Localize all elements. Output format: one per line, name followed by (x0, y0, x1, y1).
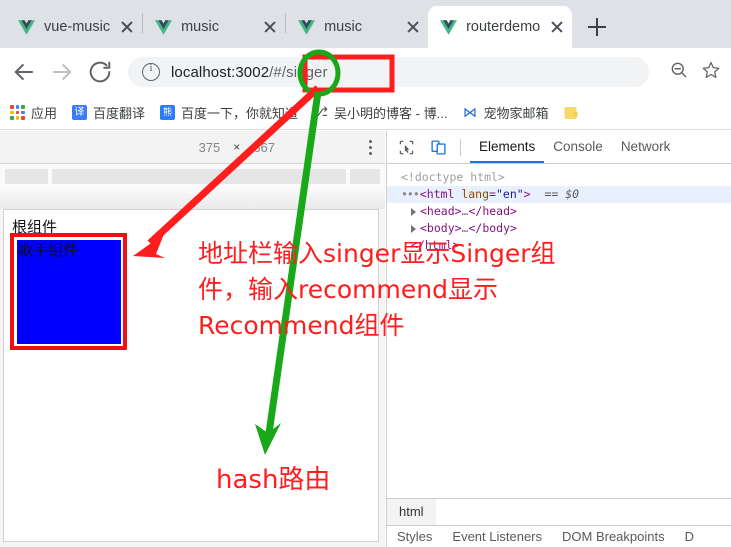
browser-window: vue-music music music routerdemo i local… (0, 0, 731, 547)
bookmark-label: 百度一下，你就知道 (181, 106, 299, 121)
browser-tab-music-2[interactable]: music (286, 6, 428, 48)
dom-row-content: <html lang="en"> == $0 (419, 187, 580, 201)
mock-toolbar-box (350, 168, 380, 184)
bookmark-baidu[interactable]: 熊 百度一下，你就知道 (160, 103, 298, 122)
browser-toolbar: localhost:3002/#/singer (0, 48, 731, 96)
dom-row-doctype[interactable]: <!doctype html> (387, 169, 731, 186)
browser-tab-vue-music[interactable]: vue-music (6, 6, 142, 48)
tab-network[interactable]: Network (612, 131, 680, 163)
close-icon[interactable] (261, 18, 279, 36)
devtools-sidebar-tabs: Styles Event Listeners DOM Breakpoints D (387, 525, 731, 547)
blog-icon: ⎇ (313, 104, 329, 120)
dom-row-body[interactable]: <body>…</body> (387, 220, 731, 237)
tab-elements[interactable]: Elements (470, 131, 545, 163)
tab-styles[interactable]: Styles (387, 529, 442, 544)
bookmark-label: 吴小明的博客 - 博... (334, 106, 448, 121)
emulated-page-chrome (0, 165, 385, 187)
mail-icon: ⋈ (462, 104, 478, 120)
dom-row-content: <head>…</head> (420, 204, 517, 218)
mock-toolbar-box (5, 168, 48, 184)
dom-ellipsis: ••• (401, 187, 420, 201)
folder-icon (564, 106, 578, 119)
singer-component-highlight: 歌手组件 (10, 233, 127, 350)
browser-tab-routerdemo[interactable]: routerdemo (428, 6, 573, 48)
annotation-main-text: 地址栏输入singer显示Singer组 件，输入recommend显示 Rec… (198, 239, 556, 340)
reload-icon[interactable] (86, 58, 114, 86)
device-height[interactable]: 667 (253, 140, 275, 155)
dom-row-html[interactable]: ••• <html lang="en"> == $0 (387, 186, 731, 203)
bookmarks-bar: 应用 译 百度翻译 熊 百度一下，你就知道 ⎇ 吴小明的博客 - 博... ⋈ … (0, 96, 731, 130)
zoom-out-icon[interactable] (669, 60, 689, 85)
url-text: localhost:3002/#/singer (171, 64, 328, 81)
close-icon[interactable] (118, 18, 136, 36)
tab-console[interactable]: Console (544, 131, 612, 163)
bookmark-label: 宠物家邮箱 (483, 106, 549, 121)
tab-more[interactable]: D (675, 529, 704, 544)
device-toolbar: 375 × 667 (0, 131, 385, 164)
tab-title: music (324, 19, 362, 35)
vue-logo-icon (440, 19, 458, 35)
mock-toolbar-box (52, 168, 346, 184)
devtools-toolbar: Elements Console Network (387, 131, 731, 164)
bookmark-label: 百度翻译 (93, 106, 146, 121)
device-dimensions: 375 × 667 (199, 140, 275, 155)
expand-triangle-icon[interactable] (411, 207, 416, 216)
breadcrumb-item-html[interactable]: html (387, 499, 436, 525)
address-bar[interactable]: localhost:3002/#/singer (128, 57, 649, 87)
toolbar-divider (460, 138, 461, 156)
tab-title: music (181, 19, 219, 35)
baidu-icon: 熊 (160, 105, 176, 120)
annotation-hash-text: hash路由 (216, 465, 331, 495)
apps-grid-icon (10, 105, 25, 120)
vue-logo-icon (155, 19, 173, 35)
bookmark-apps[interactable]: 应用 (10, 103, 57, 122)
device-width[interactable]: 375 (199, 140, 221, 155)
translate-icon: 译 (72, 105, 88, 120)
url-hash: /#/ (269, 63, 287, 81)
toolbar-actions (657, 60, 721, 85)
new-tab-button[interactable] (582, 12, 612, 42)
bookmark-label: 应用 (31, 106, 58, 121)
device-toolbar-icon[interactable] (425, 134, 451, 160)
bookmark-pet-mail[interactable]: ⋈ 宠物家邮箱 (462, 103, 548, 122)
close-icon[interactable] (404, 18, 422, 36)
tab-dom-breakpoints[interactable]: DOM Breakpoints (552, 529, 675, 544)
doctype-text: <!doctype html> (401, 170, 505, 184)
dom-row-head[interactable]: <head>…</head> (387, 203, 731, 220)
expand-triangle-icon[interactable] (411, 224, 416, 233)
vue-logo-icon (298, 19, 316, 35)
inspect-element-icon[interactable] (393, 134, 419, 160)
tab-event-listeners[interactable]: Event Listeners (442, 529, 552, 544)
singer-component-label: 歌手组件 (18, 242, 79, 259)
close-icon[interactable] (548, 18, 566, 36)
back-arrow-icon[interactable] (10, 58, 38, 86)
info-circle-icon[interactable] (142, 62, 160, 81)
dimension-separator: × (233, 140, 241, 154)
dom-row-content: <body>…</body> (420, 221, 517, 235)
kebab-menu-icon[interactable] (361, 139, 379, 155)
bookmark-folder[interactable] (563, 105, 579, 121)
bookmark-baidu-translate[interactable]: 译 百度翻译 (72, 103, 145, 122)
url-host: localhost:3002 (171, 63, 270, 81)
bookmark-blog[interactable]: ⎇ 吴小明的博客 - 博... (313, 103, 447, 122)
browser-tab-music-1[interactable]: music (143, 6, 285, 48)
forward-arrow-icon[interactable] (48, 58, 76, 86)
dom-breadcrumb: html (387, 498, 731, 525)
tab-title: vue-music (44, 19, 111, 35)
tab-title: routerdemo (466, 19, 541, 35)
tab-strip: vue-music music music routerdemo (0, 0, 731, 48)
star-icon[interactable] (701, 60, 721, 85)
vue-logo-icon (18, 19, 35, 35)
url-route: singer (286, 63, 328, 81)
emulated-page-gradient (0, 187, 385, 209)
